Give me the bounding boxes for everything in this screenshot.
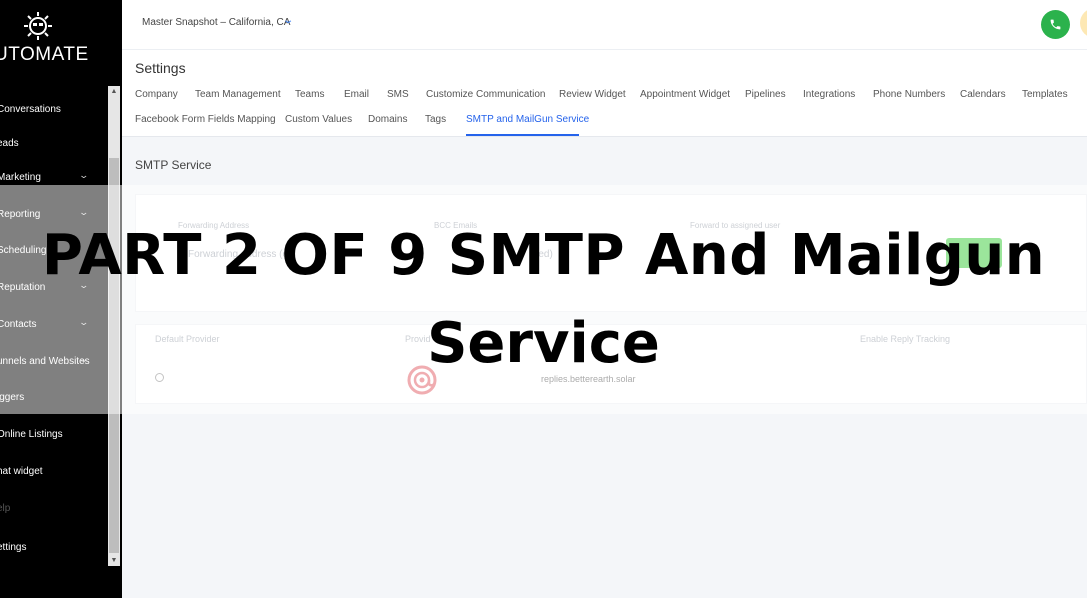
scroll-down-arrow-icon[interactable]: ▼	[108, 557, 120, 564]
tab-teams[interactable]: Teams	[295, 89, 324, 100]
sidebar-item-label: elp	[0, 502, 11, 514]
tab-integrations[interactable]: Integrations	[803, 89, 855, 100]
sidebar-item-settings[interactable]: ettings	[0, 537, 108, 557]
sidebar-item-conversations[interactable]: Conversations	[0, 99, 108, 119]
tab-calendars[interactable]: Calendars	[960, 89, 1006, 100]
sidebar-item-label: Marketing	[0, 171, 41, 183]
chevron-down-icon: ⌄	[78, 170, 90, 180]
sidebar-item-help[interactable]: elp	[0, 498, 108, 518]
tab-phone-numbers[interactable]: Phone Numbers	[873, 89, 945, 100]
sidebar-item-online-listings[interactable]: Online Listings	[0, 424, 108, 444]
sidebar-item-label: ettings	[0, 541, 27, 553]
tab-email[interactable]: Email	[344, 89, 369, 100]
scroll-up-arrow-icon[interactable]: ▲	[108, 88, 120, 95]
tab-templates[interactable]: Templates	[1022, 89, 1068, 100]
sidebar-item-leads[interactable]: eads	[0, 133, 108, 153]
tab-review-widget[interactable]: Review Widget	[559, 89, 626, 100]
sidebar-item-marketing[interactable]: Marketing ⌄	[0, 167, 108, 187]
tab-team-management[interactable]: Team Management	[195, 89, 281, 100]
avatar[interactable]	[1080, 8, 1087, 38]
chevron-down-icon[interactable]: ⌄	[282, 15, 294, 26]
sidebar-item-label: hat widget	[0, 465, 43, 477]
location-selector[interactable]: Master Snapshot – California, CA	[142, 17, 290, 28]
tab-tags[interactable]: Tags	[425, 114, 446, 125]
section-title: SMTP Service	[135, 158, 212, 172]
phone-icon	[1050, 19, 1061, 30]
sidebar-item-label: Conversations	[0, 103, 61, 115]
tab-sms[interactable]: SMS	[387, 89, 409, 100]
logo-icon	[24, 12, 52, 40]
tab-appointment-widget[interactable]: Appointment Widget	[640, 89, 730, 100]
top-bar: Master Snapshot – California, CA ⌄	[122, 0, 1087, 50]
sidebar-item-chat-widget[interactable]: hat widget	[0, 461, 108, 481]
sidebar-item-label: Online Listings	[0, 428, 63, 440]
active-tab-indicator	[466, 134, 579, 136]
settings-header: Settings Company Team Management Teams E…	[122, 50, 1087, 137]
tab-domains[interactable]: Domains	[368, 114, 407, 125]
tab-pipelines[interactable]: Pipelines	[745, 89, 786, 100]
tab-smtp-mailgun[interactable]: SMTP and MailGun Service	[466, 114, 589, 125]
page-title: Settings	[135, 60, 186, 76]
tab-customize-communication[interactable]: Customize Communication	[426, 89, 546, 100]
tab-facebook-form-fields[interactable]: Facebook Form Fields Mapping	[135, 114, 276, 125]
tab-company[interactable]: Company	[135, 89, 178, 100]
brand-name: UTOMATE	[0, 44, 89, 65]
overlay-title-line1: PART 2 OF 9 SMTP And Mailgun	[41, 223, 1046, 288]
sidebar-item-label: eads	[0, 137, 19, 149]
tab-custom-values[interactable]: Custom Values	[285, 114, 352, 125]
phone-button[interactable]	[1041, 10, 1070, 39]
overlay-title-line2: Service	[427, 311, 660, 376]
title-overlay	[0, 185, 1087, 414]
